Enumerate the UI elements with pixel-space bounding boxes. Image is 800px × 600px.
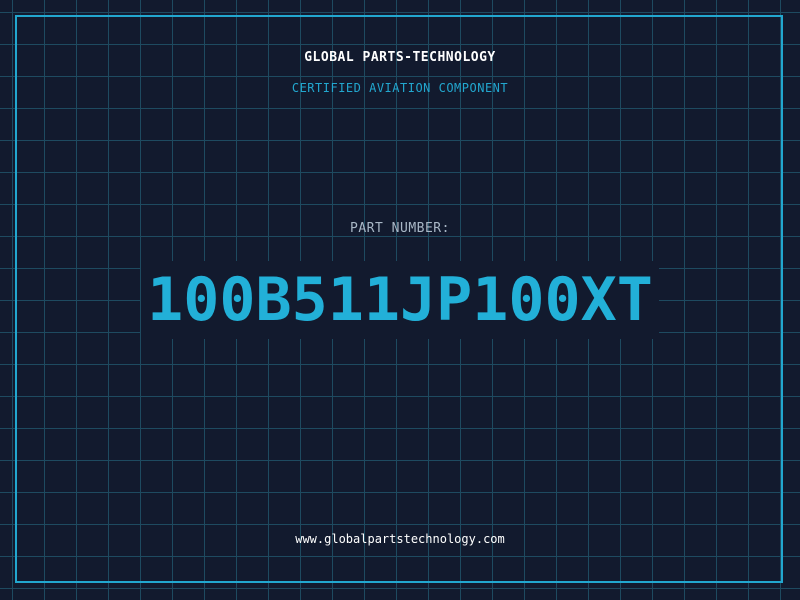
website-url: www.globalpartstechnology.com <box>295 532 505 546</box>
company-name: GLOBAL PARTS-TECHNOLOGY <box>304 50 496 65</box>
part-number-label: PART NUMBER: <box>350 221 450 236</box>
part-number-container: 100B511JP100XT <box>0 258 800 342</box>
part-number-value: 100B511JP100XT <box>141 261 659 339</box>
certification-subtitle: CERTIFIED AVIATION COMPONENT <box>291 81 509 95</box>
part-label-card: GLOBAL PARTS-TECHNOLOGY CERTIFIED AVIATI… <box>0 0 800 600</box>
